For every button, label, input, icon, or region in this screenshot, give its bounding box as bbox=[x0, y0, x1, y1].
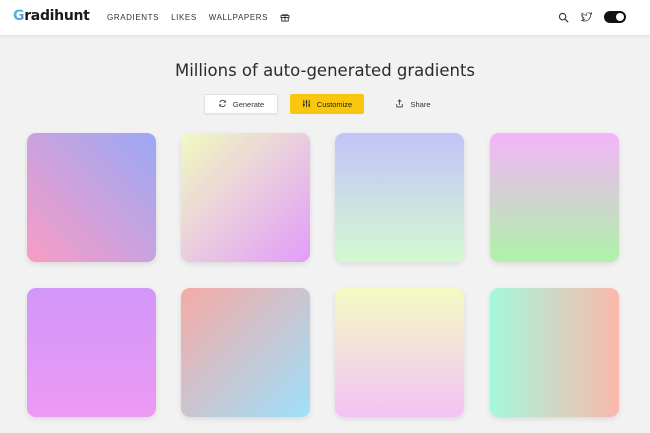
gradient-card[interactable] bbox=[335, 133, 464, 262]
logo-text: radihunt bbox=[24, 8, 90, 24]
main-nav: GRADIENTS LIKES WALLPAPERS bbox=[107, 12, 290, 22]
logo-initial: G bbox=[13, 8, 25, 24]
action-buttons: Generate Customize Share bbox=[204, 94, 450, 114]
gradient-card[interactable] bbox=[181, 288, 310, 417]
top-navbar: Gradihunt GRADIENTS LIKES WALLPAPERS bbox=[0, 0, 650, 36]
gift-icon[interactable] bbox=[280, 12, 290, 22]
share-button[interactable]: Share bbox=[376, 94, 450, 114]
gradient-card[interactable] bbox=[181, 133, 310, 262]
generate-label: Generate bbox=[232, 99, 265, 109]
gradient-card[interactable] bbox=[335, 288, 464, 417]
gradient-card[interactable] bbox=[27, 288, 156, 417]
page-title: Millions of auto-generated gradients bbox=[174, 61, 476, 80]
sliders-icon bbox=[302, 99, 311, 110]
gradient-card[interactable] bbox=[490, 133, 619, 262]
share-label: Share bbox=[410, 99, 431, 109]
gradient-card[interactable] bbox=[27, 133, 156, 262]
twitter-icon[interactable] bbox=[581, 11, 592, 23]
logo[interactable]: Gradihunt bbox=[13, 8, 90, 24]
share-icon bbox=[395, 98, 404, 110]
search-icon[interactable] bbox=[558, 12, 569, 23]
nav-gradients-link[interactable]: GRADIENTS bbox=[107, 13, 159, 22]
nav-wallpapers-link[interactable]: WALLPAPERS bbox=[209, 13, 268, 22]
header-actions bbox=[558, 11, 626, 23]
customize-button[interactable]: Customize bbox=[290, 94, 364, 114]
nav-likes-link[interactable]: LIKES bbox=[171, 13, 197, 22]
gradient-card[interactable] bbox=[490, 288, 619, 417]
toggle-knob bbox=[616, 13, 624, 21]
dark-mode-toggle[interactable] bbox=[604, 11, 626, 23]
generate-button[interactable]: Generate bbox=[204, 94, 278, 114]
refresh-icon bbox=[218, 99, 227, 110]
customize-label: Customize bbox=[316, 99, 353, 109]
